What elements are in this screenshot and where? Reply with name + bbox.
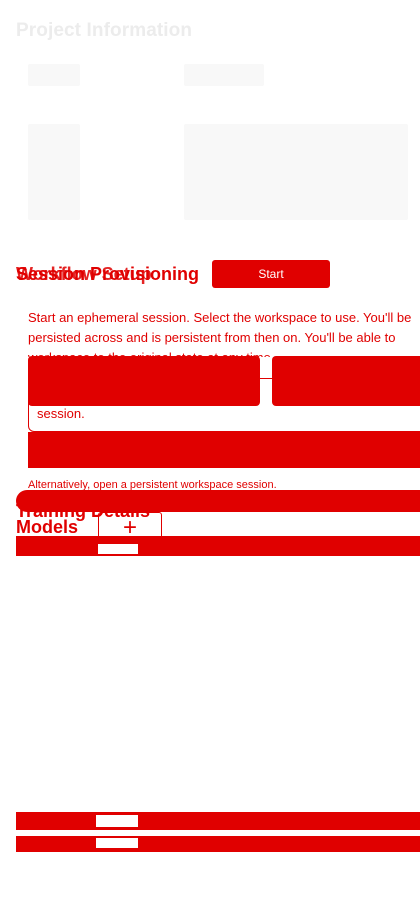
session-description-line-2: persisted across and is persistent from …: [28, 330, 396, 345]
start-session-button[interactable]: Start: [212, 260, 330, 288]
skeleton-block: [184, 124, 408, 220]
notice-text: session.: [37, 406, 85, 421]
footer-bar: [16, 812, 420, 830]
session-description-line-1: Start an ephemeral session. Select the w…: [28, 310, 412, 325]
skeleton-block: [28, 64, 80, 86]
footer-bar-gap: [96, 838, 138, 848]
footer-bar: [16, 836, 420, 852]
footer-bar-gap: [96, 815, 138, 827]
workspace-selector[interactable]: [28, 432, 420, 468]
page-title: Project Information: [16, 20, 193, 41]
notice-card: [28, 378, 420, 432]
models-bar: [16, 536, 420, 556]
skeleton-block: [184, 64, 264, 86]
skeleton-block: [28, 124, 80, 220]
models-heading: Models: [16, 517, 79, 537]
models-bar-gap: [98, 544, 138, 554]
section-heading-overlay: Workflow Setup: [16, 264, 152, 284]
start-session-label: Start: [258, 267, 284, 281]
